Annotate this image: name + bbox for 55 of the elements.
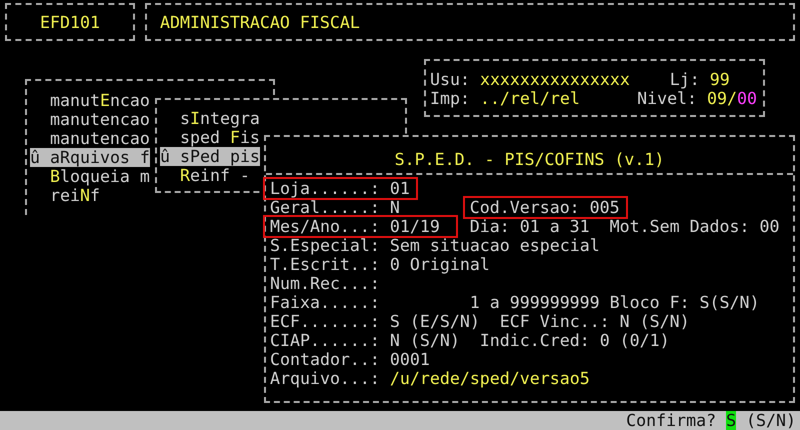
field-value: /u/rede/sped/versao5 [390, 369, 590, 388]
field-label: ECF Vinc..: [500, 312, 610, 331]
field-value: 09/00 [707, 89, 757, 108]
field-label: Imp: [430, 89, 470, 108]
field-value: Sem situacao especial [390, 236, 600, 255]
field-value: 005 [590, 198, 620, 217]
field-value: S (E/S/N) [390, 312, 480, 331]
field-label: CIAP......: [270, 331, 380, 350]
menu-item[interactable]: û aRquivos f [30, 148, 150, 167]
field-value: N (S/N) [390, 331, 460, 350]
answer-field[interactable]: S [726, 411, 736, 430]
field-label: Mot.Sem Dados: [610, 217, 750, 236]
menu-item[interactable]: sIntegra [160, 109, 260, 128]
field-value: 99 [710, 70, 730, 89]
field-value: N [390, 198, 400, 217]
field-label: T.Escrit..: [270, 255, 380, 274]
menu-item[interactable]: sped Fis [160, 128, 260, 147]
prompt-text: Confirma? [626, 411, 716, 430]
field-value: 1 a 999999999 Bloco F: S(S/N) [470, 293, 760, 312]
dialog-title: S.P.E.D. - PIS/COFINS (v.1) [394, 150, 664, 169]
field-label: Indic.Cred: [480, 331, 590, 350]
field-value: 00 [760, 217, 780, 236]
field-label: S.Especial: [270, 236, 380, 255]
field-value: 01/19 [390, 217, 440, 236]
field-value: 01 a 31 [520, 217, 590, 236]
field-label: ECF.......: [270, 312, 380, 331]
field-value: 0 Original [390, 255, 490, 274]
program-code: EFD101 [40, 13, 100, 32]
field-label: Dia: [470, 217, 510, 236]
menu-item[interactable]: manutencao [30, 110, 150, 129]
field-label: Loja......: [270, 179, 380, 198]
menu-item[interactable]: û sPed pis [160, 147, 260, 166]
field-label: Geral.....: [270, 198, 380, 217]
menu-item[interactable]: manutencao [30, 129, 150, 148]
field-value: 01 [390, 179, 410, 198]
field-value: 0 (0/1) [600, 331, 670, 350]
screen-title: ADMINISTRACAO FISCAL [160, 13, 360, 32]
menu-item[interactable]: Bloqueia m [30, 167, 150, 186]
field-label: Faixa.....: [270, 293, 380, 312]
field-value: N (S/N) [620, 312, 690, 331]
field-label: Arquivo...: [270, 369, 380, 388]
field-label: Mes/Ano...: [270, 217, 380, 236]
field-value: ../rel/rel [480, 89, 581, 108]
menu-item[interactable]: reiNf [30, 186, 100, 205]
field-label: Num.Rec...: [270, 274, 380, 293]
field-label: Contador..: [270, 350, 380, 369]
field-label: Lj: [670, 70, 700, 89]
field-label: Nivel: [637, 89, 698, 108]
menu-item[interactable]: manutEncao [30, 91, 150, 110]
field-label: Usu: [430, 70, 470, 89]
field-value: xxxxxxxxxxxxxxx [480, 70, 630, 89]
field-label: Cod.Versao: [470, 198, 580, 217]
options-text: (S/N) [746, 411, 796, 430]
menu-item[interactable]: Reinf - [160, 166, 250, 185]
field-value: 0001 [390, 350, 430, 369]
